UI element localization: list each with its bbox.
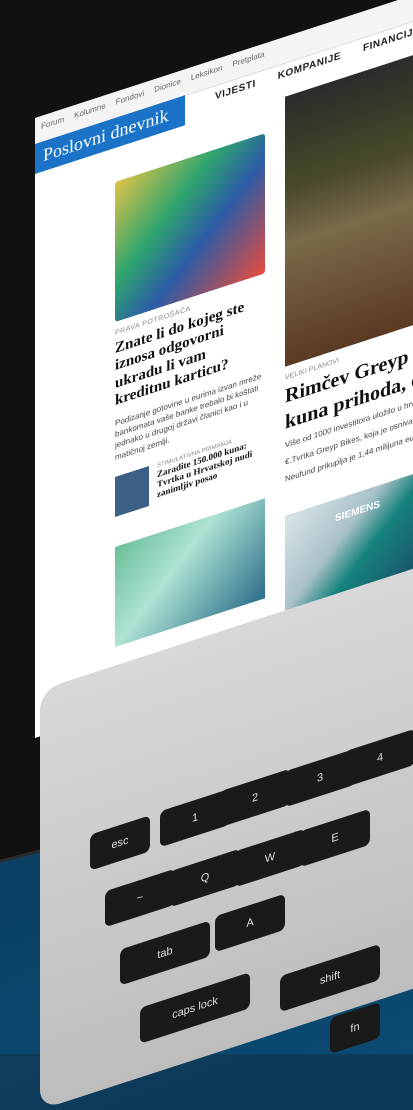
left-column: PRAVA POTROŠAČA Znate li do kojeg ste iz… bbox=[115, 133, 265, 647]
top-link-fondovi[interactable]: Fondovi bbox=[116, 89, 144, 107]
top-link-dionice[interactable]: Dionice bbox=[154, 77, 181, 95]
siemens-logo-text: SIEMENS bbox=[335, 498, 381, 525]
mini-article-thumbnail[interactable] bbox=[115, 465, 149, 517]
right-column: VELIKI PLANOVI Rimčev Greyp 20 kuna prih… bbox=[285, 51, 413, 616]
top-link-leksikon[interactable]: Leksikon bbox=[191, 63, 223, 82]
top-link-forum[interactable]: Forum bbox=[41, 115, 64, 132]
mini-article-headline[interactable]: Zaradite 150.000 kuna: Tvrtka u Hrvatsko… bbox=[157, 434, 265, 500]
bike-image[interactable] bbox=[285, 51, 413, 367]
top-link-kolumne[interactable]: Kolumne bbox=[74, 101, 106, 120]
top-link-pretplata[interactable]: Pretplata bbox=[232, 49, 264, 68]
